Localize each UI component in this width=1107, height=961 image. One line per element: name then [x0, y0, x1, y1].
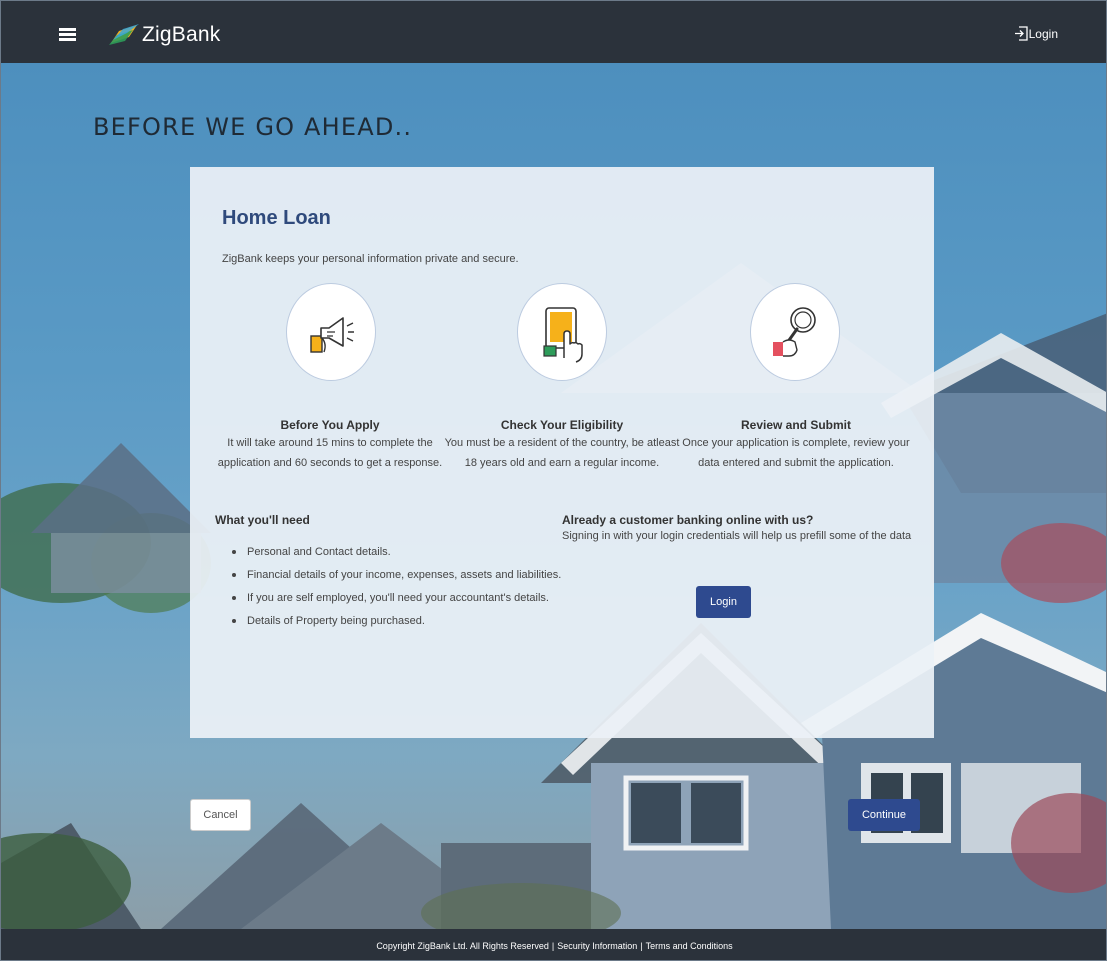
- loan-info-card: Home Loan ZigBank keeps your personal in…: [190, 167, 934, 738]
- list-item: Financial details of your income, expens…: [230, 568, 570, 582]
- megaphone-icon: [310, 317, 354, 353]
- top-navigation-bar: ZigBank Login: [1, 1, 1106, 63]
- step-1-title: Before You Apply: [280, 418, 380, 432]
- cancel-button[interactable]: Cancel: [190, 799, 251, 831]
- step-3-description: Once your application is complete, revie…: [682, 437, 910, 469]
- header-login-link[interactable]: Login: [1014, 26, 1058, 41]
- footer-separator: |: [640, 940, 643, 951]
- brand-name: ZigBank: [142, 23, 221, 46]
- header-login-label: Login: [1028, 26, 1058, 41]
- list-item: Details of Property being purchased.: [230, 614, 570, 628]
- hamburger-menu-icon[interactable]: [59, 28, 76, 41]
- page-heading: BEFORE WE GO AHEAD..: [93, 113, 413, 141]
- brand-logo[interactable]: ZigBank: [107, 20, 220, 50]
- requirements-list: Personal and Contact details. Financial …: [230, 545, 570, 637]
- step-2-icon-circle: [517, 283, 607, 381]
- step-1-description: It will take around 15 mins to complete …: [217, 437, 443, 469]
- privacy-notice: ZigBank keeps your personal information …: [222, 253, 519, 265]
- continue-button[interactable]: Continue: [848, 799, 920, 831]
- security-information-link[interactable]: Security Information: [557, 941, 637, 951]
- requirements-title: What you'll need: [215, 513, 310, 527]
- step-3-title: Review and Submit: [740, 418, 852, 432]
- zigbank-logo-icon: [109, 24, 139, 45]
- app-frame: ZigBank Login BEFORE WE GO AHEAD.. Home …: [0, 0, 1107, 961]
- tablet-touch-icon: [543, 307, 583, 363]
- step-1-icon-circle: [286, 283, 376, 381]
- step-3-icon-circle: [750, 283, 840, 381]
- list-item: If you are self employed, you'll need yo…: [230, 591, 570, 605]
- step-2-description: You must be a resident of the country, b…: [444, 437, 680, 469]
- copyright-text: Copyright ZigBank Ltd. All Rights Reserv…: [376, 940, 549, 951]
- terms-and-conditions-link[interactable]: Terms and Conditions: [646, 941, 733, 951]
- magnifier-icon: [773, 307, 816, 357]
- login-icon: [1014, 26, 1028, 41]
- login-button[interactable]: Login: [696, 586, 751, 618]
- footer: Copyright ZigBank Ltd. All Rights Reserv…: [1, 929, 1106, 960]
- footer-separator: |: [551, 940, 555, 951]
- list-item: Personal and Contact details.: [230, 545, 570, 559]
- card-title: Home Loan: [222, 207, 331, 229]
- step-2-title: Check Your Eligibility: [500, 418, 624, 432]
- existing-customer-description: Signing in with your login credentials w…: [562, 530, 912, 542]
- existing-customer-title: Already a customer banking online with u…: [562, 513, 814, 527]
